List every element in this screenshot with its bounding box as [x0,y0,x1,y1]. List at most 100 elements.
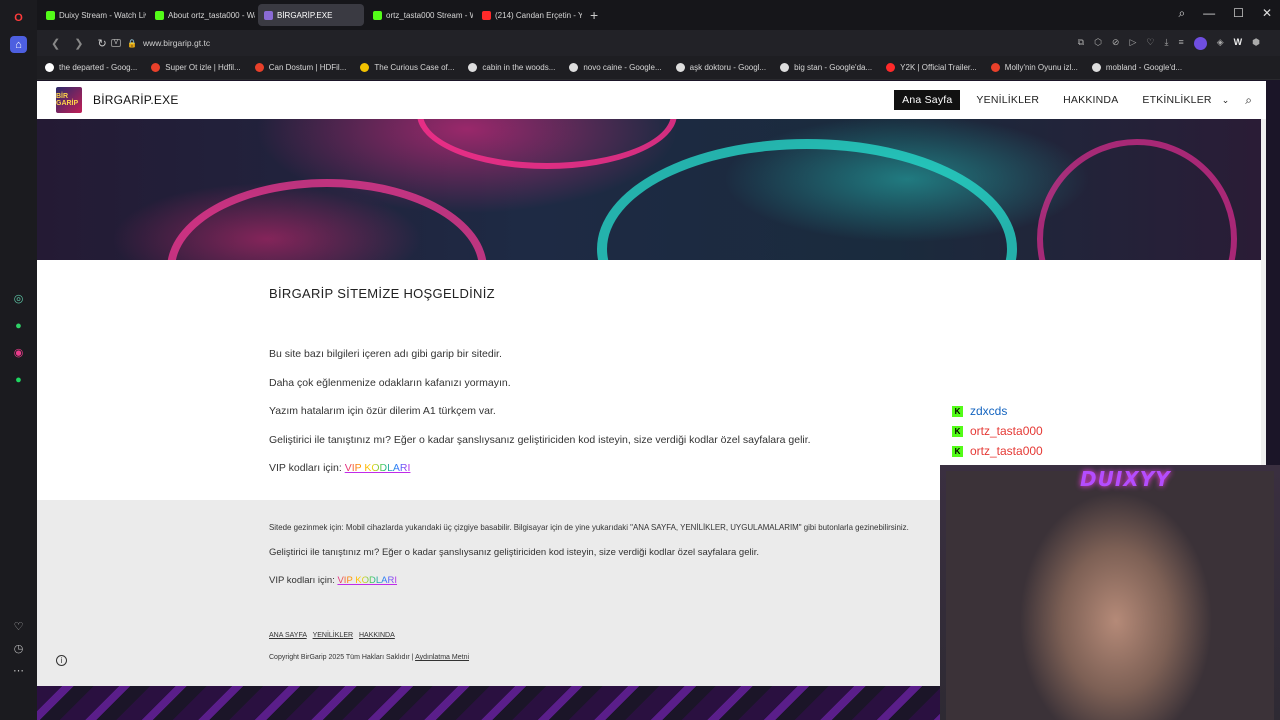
hero-banner [37,119,1261,260]
forward-icon[interactable]: ❯ [74,37,83,50]
back-icon[interactable]: ❮ [51,37,60,50]
heart-icon[interactable]: ♡ [10,618,27,635]
site-logo[interactable]: BİR GARİP [56,87,82,113]
maximize-icon[interactable]: ☐ [1233,6,1244,21]
film-icon [151,63,161,72]
shield-icon[interactable]: ⬡ [1094,37,1102,50]
url-text[interactable]: www.birgarip.gt.tc [143,38,210,48]
youtube-icon [482,10,491,20]
adblock-icon[interactable]: ⊘ [1112,37,1120,50]
extensions-icon[interactable]: ⬢ [1252,37,1260,50]
tab-title: Duixy Stream - Watch Live [59,10,146,20]
nav-news[interactable]: YENİLİKLER [968,90,1047,110]
kick-icon: K [952,445,963,457]
url-field[interactable]: V 🔒 www.birgarip.gt.tc [111,35,210,51]
bookmark-item[interactable]: Molly'nin Oyunu izl... [990,63,1078,72]
bookmark-item[interactable]: the departed - Goog... [45,63,137,72]
paragraph: Yazım hatalarım için özür dilerim A1 tür… [269,405,496,417]
chat-username: ortz_tasta000 [970,444,1043,458]
google-icon [569,63,579,72]
privacy-link[interactable]: Aydınlatma Metni [415,654,469,661]
youtube-icon [886,63,896,72]
home-icon[interactable]: ⌂ [10,36,27,53]
footer-vip-line: VIP kodları için: VIP KODLARI [269,575,397,586]
nav-about[interactable]: HAKKINDA [1055,90,1126,110]
history-icon[interactable]: ◷ [10,640,27,657]
bookmark-item[interactable]: aşk doktoru - Googl... [675,63,766,72]
tab-title: ortz_tasta000 Stream - Wa [386,10,473,20]
bookmark-item[interactable]: Y2K | Official Trailer... [886,63,977,72]
close-window-icon[interactable]: ✕ [1262,6,1272,21]
bookmark-item[interactable]: The Curious Case of... [360,63,454,72]
chat-message: K ortz_tasta000 [952,441,1152,461]
footer-link-news[interactable]: YENİLİKLER [313,632,353,639]
bookmark-item[interactable]: cabin in the woods... [468,63,555,72]
tab-duixy-stream[interactable]: Duixy Stream - Watch Live ✕ [40,4,146,26]
new-tab-button[interactable]: + [590,7,598,23]
footer-link-home[interactable]: ANA SAYFA [269,632,307,639]
webcam-overlay: DUIXYY [940,465,1280,720]
opera-logo-icon[interactable]: O [10,9,27,26]
bookmark-item[interactable]: novo caine - Google... [569,63,662,72]
browser-sidebar: O ⌂ ◎ ● ◉ ● ♡ ◷ ⋯ [0,0,37,720]
bookmark-item[interactable]: mobland - Google'd... [1091,63,1182,72]
google-icon [468,63,478,72]
play-icon[interactable]: ▷ [1129,37,1136,50]
vip-label: VIP kodları için: [269,462,342,474]
address-bar: ❮ ❯ ↻ V 🔒 www.birgarip.gt.tc ⧉ ⬡ ⊘ ▷ ♡ ⤓… [37,30,1280,56]
vpn-badge-icon[interactable]: V [111,39,122,47]
profile-avatar[interactable] [1193,37,1207,50]
vip-link[interactable]: VIP KODLARI [345,462,411,474]
kick-icon [46,10,55,20]
info-icon[interactable]: i [56,655,67,666]
nav-home[interactable]: Ana Sayfa [894,90,961,110]
site-name[interactable]: BİRGARİP.EXE [93,93,179,107]
whatsapp-icon[interactable]: ● [10,317,27,334]
instagram-icon[interactable]: ◉ [10,344,27,361]
more-icon[interactable]: ⋯ [10,662,27,679]
google-icon [45,63,54,72]
kick-icon: K [952,425,963,437]
tab-ortz-stream[interactable]: ortz_tasta000 Stream - Wa ✕ [367,4,473,26]
download-icon[interactable]: ⤓ [1164,37,1168,50]
reload-icon[interactable]: ↻ [97,37,106,50]
tab-birgarip[interactable]: BİRGARİP.EXE [258,4,364,26]
snapshot-icon[interactable]: ⧉ [1078,37,1084,50]
extension-icon[interactable]: ◈ [1217,37,1224,50]
film-icon [360,63,370,72]
main-content: BİRGARİP SİTEMİZE HOŞGELDİNİZ Bu site ba… [269,286,969,474]
heart-icon[interactable]: ♡ [1146,37,1154,50]
site-header: BİR GARİP BİRGARİP.EXE Ana Sayfa YENİLİK… [37,81,1266,119]
tab-youtube[interactable]: (214) Candan Erçetin - Yo ✕ [476,4,582,26]
footer-nav-note: Sitede gezinmek için: Mobil cihazlarda y… [269,522,909,532]
tab-strip: Duixy Stream - Watch Live ✕ About ortz_t… [37,0,1280,30]
bookmark-item[interactable]: big stan - Google'da... [780,63,872,72]
chatgpt-icon[interactable]: ◎ [10,290,27,307]
minimize-icon[interactable]: — [1203,6,1215,21]
paragraph: Bu site bazı bilgileri içeren adı gibi g… [269,348,502,360]
webcam-feed [946,471,1274,720]
search-icon[interactable]: ⌕ [1245,93,1252,108]
tab-title: (214) Candan Erçetin - Yo [495,10,582,20]
bookmark-item[interactable]: Super Ot izle | Hdfil... [151,63,241,72]
bookmark-item[interactable]: Can Dostum | HDFil... [254,63,346,72]
nav-events[interactable]: ETKİNLİKLER [1134,90,1219,110]
footer-link-about[interactable]: HAKKINDA [359,632,395,639]
film-icon [254,63,264,72]
neon-decoration [597,139,1017,260]
chevron-down-icon[interactable]: ⌄ [1222,95,1230,106]
tab-title: BİRGARİP.EXE [277,10,333,20]
vip-link[interactable]: VIP KODLARI [337,575,397,586]
spotify-icon[interactable]: ● [10,371,27,388]
chat-username: ortz_tasta000 [970,424,1043,438]
tab-about-ortz[interactable]: About ortz_tasta000 - Wat ✕ [149,4,255,26]
copyright-text: Copyright BirGarip 2025 Tüm Hakları Sakl… [269,654,410,661]
search-tabs-icon[interactable]: ⌕ [1178,6,1185,21]
paragraph: Geliştirici ile tanıştınız mı? Eğer o ka… [269,434,811,446]
menu-icon[interactable]: ≡ [1178,37,1183,50]
site-nav: Ana Sayfa YENİLİKLER HAKKINDA ETKİNLİKLE… [886,90,1252,110]
neon-decoration [1037,139,1237,260]
chat-username: zdxcds [970,404,1008,418]
extension-w-icon[interactable]: W [1234,37,1243,50]
lock-icon: 🔒 [127,38,137,48]
